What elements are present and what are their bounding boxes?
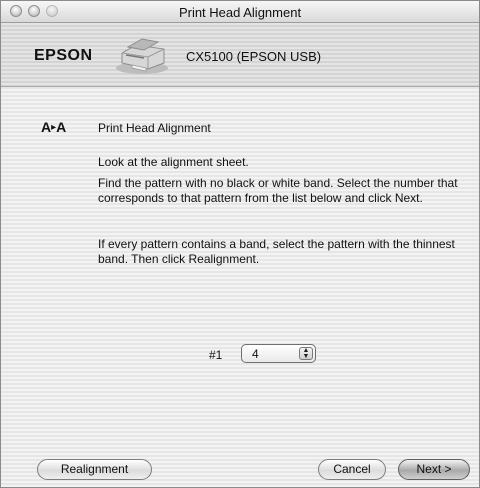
printer-icon	[116, 38, 168, 74]
instruction-text: If every pattern contains a band, select…	[98, 237, 455, 266]
realignment-button[interactable]: Realignment	[37, 459, 152, 480]
instruction-text: Look at the alignment sheet.	[98, 155, 249, 169]
section-title: Print Head Alignment	[98, 121, 211, 135]
pattern-select[interactable]: 4 ▲ ▼	[241, 344, 316, 363]
cancel-button[interactable]: Cancel	[318, 459, 386, 480]
printer-model: CX5100 (EPSON USB)	[186, 49, 322, 64]
title-bar: Print Head Alignment	[1, 1, 479, 23]
window-title: Print Head Alignment	[178, 5, 302, 20]
next-button[interactable]: Next >	[398, 459, 470, 480]
updown-arrows-icon: ▲ ▼	[299, 347, 313, 360]
pattern-select-value: 4	[252, 347, 259, 361]
printer-header: EPSON CX5100 (EPSON USB)	[1, 23, 479, 87]
pattern-select-label: #1	[209, 348, 223, 362]
alignment-icon: A▸A	[41, 119, 67, 135]
instruction-text: Find the pattern with no black or white …	[98, 176, 458, 205]
print-head-alignment-window: Print Head Alignment EPSON CX5100 (EPSON…	[0, 0, 480, 488]
brand-logo: EPSON	[34, 47, 93, 64]
